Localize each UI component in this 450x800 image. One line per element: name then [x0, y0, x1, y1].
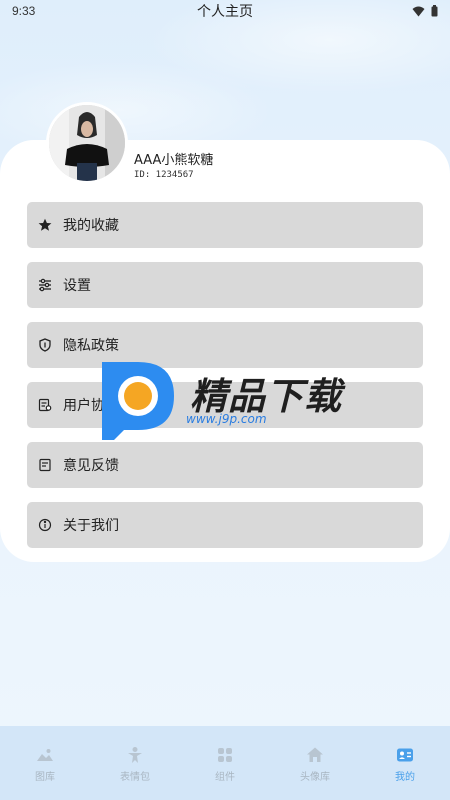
watermark: 精品下载 www.j9p.com — [98, 358, 358, 444]
menu-label: 我的收藏 — [63, 218, 119, 234]
menu-item-about[interactable]: 关于我们 — [27, 502, 423, 548]
tab-stickers[interactable]: 表情包 — [95, 746, 175, 783]
menu-label: 设置 — [63, 278, 91, 294]
avatar-photo — [49, 105, 125, 181]
tab-label: 组件 — [215, 772, 235, 783]
tab-label: 我的 — [395, 772, 415, 783]
menu-label: 关于我们 — [63, 518, 119, 534]
tab-label: 头像库 — [300, 772, 330, 783]
feedback-icon — [38, 458, 52, 472]
tab-label: 表情包 — [120, 772, 150, 783]
info-icon — [38, 518, 52, 532]
tab-avatars[interactable]: 头像库 — [275, 746, 355, 783]
sliders-icon — [38, 278, 52, 292]
image-icon — [37, 749, 53, 761]
watermark-url: www.j9p.com — [186, 412, 267, 426]
status-bar: 9:33 个人主页 — [0, 0, 450, 22]
menu-item-feedback[interactable]: 意见反馈 — [27, 442, 423, 488]
document-icon — [38, 398, 52, 412]
menu-label: 隐私政策 — [63, 338, 119, 354]
menu-item-settings[interactable]: 设置 — [27, 262, 423, 308]
star-icon — [38, 218, 52, 232]
bottom-tabbar: 图库 表情包 组件 头像库 我的 — [0, 726, 450, 800]
person-icon — [128, 747, 142, 763]
page-title: 个人主页 — [197, 4, 253, 20]
home-icon — [307, 747, 323, 762]
profile-card-icon — [397, 748, 413, 762]
grid-icon — [218, 748, 232, 762]
shield-icon — [38, 338, 52, 352]
tab-widgets[interactable]: 组件 — [185, 746, 265, 783]
avatar[interactable] — [46, 102, 128, 184]
tab-gallery[interactable]: 图库 — [5, 746, 85, 783]
menu-label: 意见反馈 — [63, 458, 119, 474]
tab-mine[interactable]: 我的 — [365, 746, 445, 783]
tab-label: 图库 — [35, 772, 55, 783]
user-id: ID: 1234567 — [134, 170, 194, 180]
user-name: AAA小熊软糖 — [134, 153, 214, 168]
watermark-logo-icon — [102, 362, 174, 440]
menu-item-favorites[interactable]: 我的收藏 — [27, 202, 423, 248]
